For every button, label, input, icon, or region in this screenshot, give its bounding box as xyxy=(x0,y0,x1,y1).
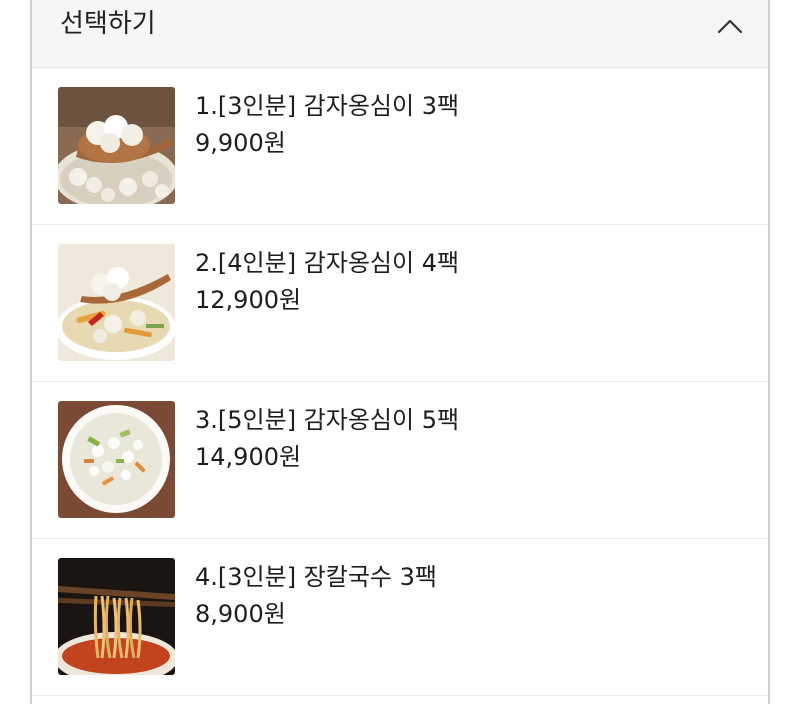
option-item[interactable]: 1.[3인분] 감자옹심이 3팩 9,900원 xyxy=(32,68,768,225)
product-thumbnail xyxy=(58,558,175,675)
option-name: 3.[5인분] 감자옹심이 5팩 xyxy=(195,406,460,434)
option-price: 9,900원 xyxy=(195,129,286,157)
option-price: 12,900원 xyxy=(195,286,302,314)
option-price: 14,900원 xyxy=(195,443,302,471)
product-thumbnail xyxy=(58,244,175,361)
option-price: 8,900원 xyxy=(195,600,286,628)
option-item[interactable]: 2.[4인분] 감자옹심이 4팩 12,900원 xyxy=(32,225,768,382)
product-thumbnail xyxy=(58,87,175,204)
option-name: 1.[3인분] 감자옹심이 3팩 xyxy=(195,92,460,120)
option-select-panel: 선택하기 1.[3인분] 감자옹심이 3팩 9,900원 2.[4인분] 감자옹… xyxy=(30,0,770,704)
option-name: 2.[4인분] 감자옹심이 4팩 xyxy=(195,249,460,277)
option-name: 4.[3인분] 장칼국수 3팩 xyxy=(195,563,437,591)
option-item[interactable]: 4.[3인분] 장칼국수 3팩 8,900원 xyxy=(32,539,768,696)
option-item[interactable]: 3.[5인분] 감자옹심이 5팩 14,900원 xyxy=(32,382,768,539)
option-select-header[interactable]: 선택하기 xyxy=(32,0,768,68)
chevron-up-icon[interactable] xyxy=(714,10,746,42)
option-select-title: 선택하기 xyxy=(60,9,156,39)
product-thumbnail xyxy=(58,401,175,518)
